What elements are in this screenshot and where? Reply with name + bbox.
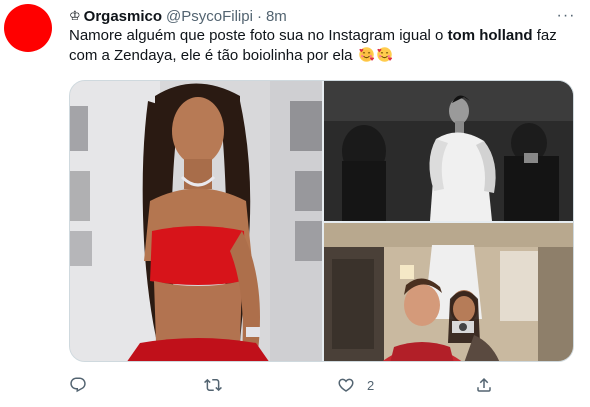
author-handle[interactable]: @PsycoFilipi bbox=[166, 8, 253, 25]
retweet-icon bbox=[204, 378, 222, 392]
photo-red-dress[interactable] bbox=[70, 81, 322, 361]
tweet[interactable]: ♔ Orgasmico @PsycoFilipi · 8m ··· Namore… bbox=[0, 0, 590, 407]
retweet-button[interactable] bbox=[204, 373, 234, 397]
author-name[interactable]: Orgasmico bbox=[84, 8, 162, 25]
photo-mirror-selfie[interactable] bbox=[324, 223, 573, 361]
avatar[interactable] bbox=[4, 4, 52, 52]
like-button[interactable]: 2 bbox=[337, 373, 374, 397]
share-button[interactable] bbox=[475, 373, 505, 397]
reply-icon bbox=[70, 377, 86, 393]
crown-icon: ♔ bbox=[69, 8, 81, 23]
tweet-actions: 2 bbox=[69, 373, 499, 397]
tweet-text-bold: tom holland bbox=[447, 27, 533, 44]
more-options-icon[interactable]: ··· bbox=[556, 6, 576, 26]
smiling-face-with-hearts-emoji bbox=[376, 47, 392, 62]
tweet-header: ♔ Orgasmico @PsycoFilipi · 8m bbox=[69, 6, 287, 26]
heart-icon bbox=[338, 378, 354, 392]
like-count: 2 bbox=[367, 377, 375, 393]
separator-dot: · bbox=[256, 7, 262, 25]
tweet-media-grid bbox=[69, 80, 574, 362]
tweet-text-part: Namore alguém que poste foto sua no Inst… bbox=[69, 27, 448, 44]
tweet-text: Namore alguém que poste foto sua no Inst… bbox=[69, 26, 574, 66]
smiling-face-with-hearts-emoji bbox=[358, 47, 374, 62]
tweet-timestamp[interactable]: 8m bbox=[266, 8, 287, 25]
reply-button[interactable] bbox=[69, 373, 99, 397]
photo-black-and-white[interactable] bbox=[324, 81, 573, 221]
share-icon bbox=[477, 377, 491, 392]
